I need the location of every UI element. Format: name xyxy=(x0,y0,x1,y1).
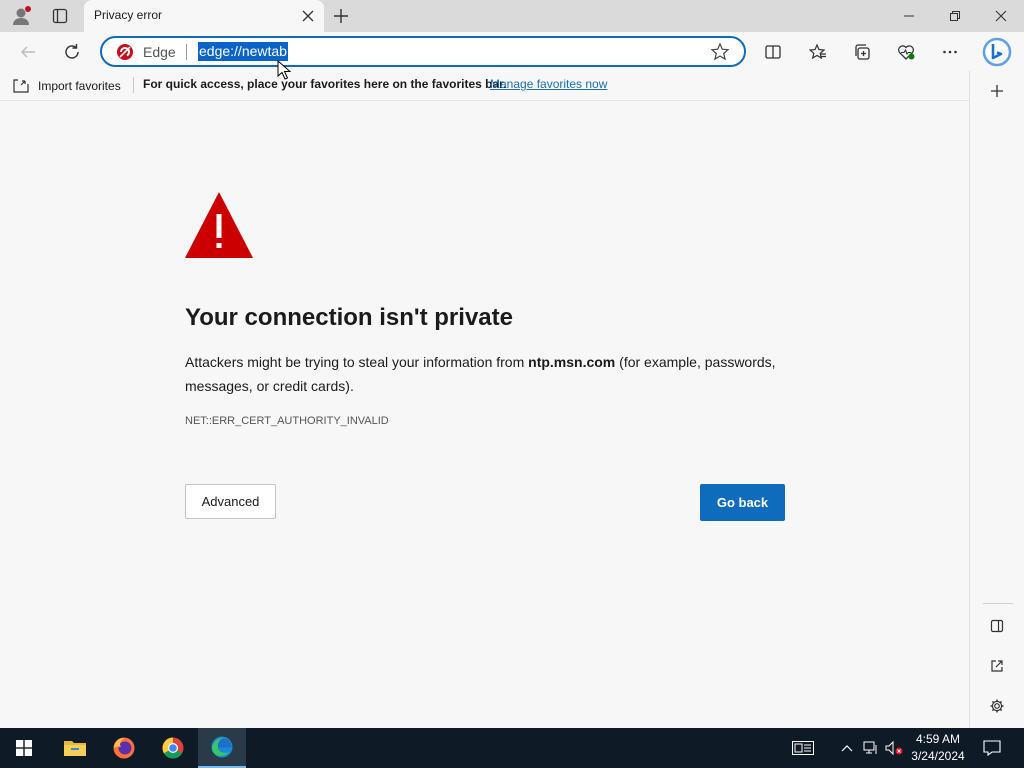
tray-show-hidden-button[interactable] xyxy=(838,728,856,768)
favorites-separator xyxy=(133,77,134,93)
notification-icon xyxy=(983,740,1001,756)
toolbar: Edge edge://newtab xyxy=(0,32,1024,71)
folder-icon xyxy=(64,741,86,756)
minimize-button[interactable] xyxy=(886,0,932,32)
open-external-button[interactable] xyxy=(983,652,1011,680)
copilot-icon xyxy=(982,37,1012,67)
mouse-cursor-icon xyxy=(277,60,291,80)
title-bar: Privacy error xyxy=(0,0,1024,32)
favorites-hint: For quick access, place your favorites h… xyxy=(143,77,507,91)
warning-icon xyxy=(185,192,253,258)
network-icon xyxy=(863,741,877,754)
clock-date: 3/24/2024 xyxy=(911,749,965,763)
action-center-button[interactable] xyxy=(978,728,1006,768)
refresh-button[interactable] xyxy=(57,37,87,67)
plus-icon xyxy=(334,9,348,23)
firefox-icon xyxy=(113,737,135,759)
go-back-button[interactable]: Go back xyxy=(700,484,785,521)
browser-essentials-button[interactable] xyxy=(891,37,921,67)
tray-network-button[interactable] xyxy=(861,728,881,768)
minimize-icon xyxy=(904,15,914,17)
favorites-icon xyxy=(809,43,826,60)
collections-button[interactable] xyxy=(847,37,877,67)
import-icon xyxy=(13,79,29,93)
import-favorites-label: Import favorites xyxy=(38,79,121,93)
taskbar-firefox[interactable] xyxy=(100,728,148,768)
split-screen-icon xyxy=(765,45,781,59)
sidebar-add-button[interactable] xyxy=(983,77,1011,105)
tab-actions-button[interactable] xyxy=(46,0,74,32)
address-bar[interactable]: Edge edge://newtab xyxy=(100,36,746,67)
volume-muted-icon xyxy=(885,741,903,755)
error-message: Attackers might be trying to steal your … xyxy=(185,350,795,398)
window-close-button[interactable] xyxy=(978,0,1024,32)
error-title: Your connection isn't private xyxy=(185,304,513,331)
sidebar-panel-icon xyxy=(990,619,1004,633)
url-text[interactable]: edge://newtab xyxy=(198,42,288,61)
favorites-bar: Import favorites For quick access, place… xyxy=(0,71,970,101)
refresh-icon xyxy=(65,44,79,59)
import-favorites-button[interactable]: Import favorites xyxy=(12,76,121,96)
collections-icon xyxy=(855,44,870,60)
site-info-label[interactable]: Edge xyxy=(143,44,176,60)
tray-news-button[interactable] xyxy=(788,728,818,768)
restore-icon xyxy=(950,11,960,21)
heart-pulse-icon xyxy=(898,45,915,60)
gear-icon xyxy=(990,699,1004,713)
chevron-up-icon xyxy=(841,745,853,752)
taskbar-file-explorer[interactable] xyxy=(51,728,99,768)
more-icon xyxy=(943,50,957,54)
start-button[interactable] xyxy=(0,728,48,768)
not-secure-icon xyxy=(117,44,133,60)
copilot-button[interactable] xyxy=(980,35,1014,69)
sidebar-settings-button[interactable] xyxy=(983,692,1011,720)
taskbar: 4:59 AM 3/24/2024 xyxy=(0,728,1024,768)
settings-and-more-button[interactable] xyxy=(935,37,965,67)
taskbar-chrome[interactable] xyxy=(149,728,197,768)
taskbar-clock[interactable]: 4:59 AM 3/24/2024 xyxy=(905,731,971,765)
address-separator xyxy=(186,44,187,60)
tray-volume-button[interactable] xyxy=(884,728,904,768)
external-link-icon xyxy=(991,660,1003,672)
news-icon xyxy=(792,741,814,755)
advanced-button[interactable]: Advanced xyxy=(185,484,276,519)
split-screen-button[interactable] xyxy=(758,37,788,67)
sidebar-divider xyxy=(983,603,1013,604)
tab-actions-icon xyxy=(52,8,68,24)
clock-time: 4:59 AM xyxy=(915,732,961,746)
profile-icon xyxy=(13,6,31,25)
favorite-star-icon[interactable] xyxy=(710,42,730,62)
error-message-text: Attackers might be trying to steal your … xyxy=(185,354,529,370)
manage-favorites-link[interactable]: Manage favorites now xyxy=(490,77,607,91)
hide-sidebar-button[interactable] xyxy=(983,612,1011,640)
tab-close-button[interactable] xyxy=(298,6,318,26)
edge-icon xyxy=(211,736,233,758)
error-page: Your connection isn't private Attackers … xyxy=(0,102,969,728)
error-host: ntp.msn.com xyxy=(528,354,616,370)
restore-button[interactable] xyxy=(932,0,978,32)
new-tab-button[interactable] xyxy=(328,0,354,32)
chrome-icon xyxy=(162,737,184,759)
plus-icon xyxy=(991,85,1003,97)
profile-button[interactable] xyxy=(6,0,38,32)
close-icon xyxy=(302,10,314,22)
close-icon xyxy=(995,10,1007,22)
tab-privacy-error[interactable]: Privacy error xyxy=(84,0,324,32)
edge-sidebar xyxy=(969,71,1024,728)
taskbar-edge[interactable] xyxy=(198,728,246,768)
favorites-button[interactable] xyxy=(803,37,833,67)
arrow-left-icon xyxy=(20,46,35,58)
tab-title: Privacy error xyxy=(94,8,163,22)
error-code: NET::ERR_CERT_AUTHORITY_INVALID xyxy=(185,415,389,427)
back-button[interactable] xyxy=(13,37,43,67)
windows-logo-icon xyxy=(16,740,32,756)
